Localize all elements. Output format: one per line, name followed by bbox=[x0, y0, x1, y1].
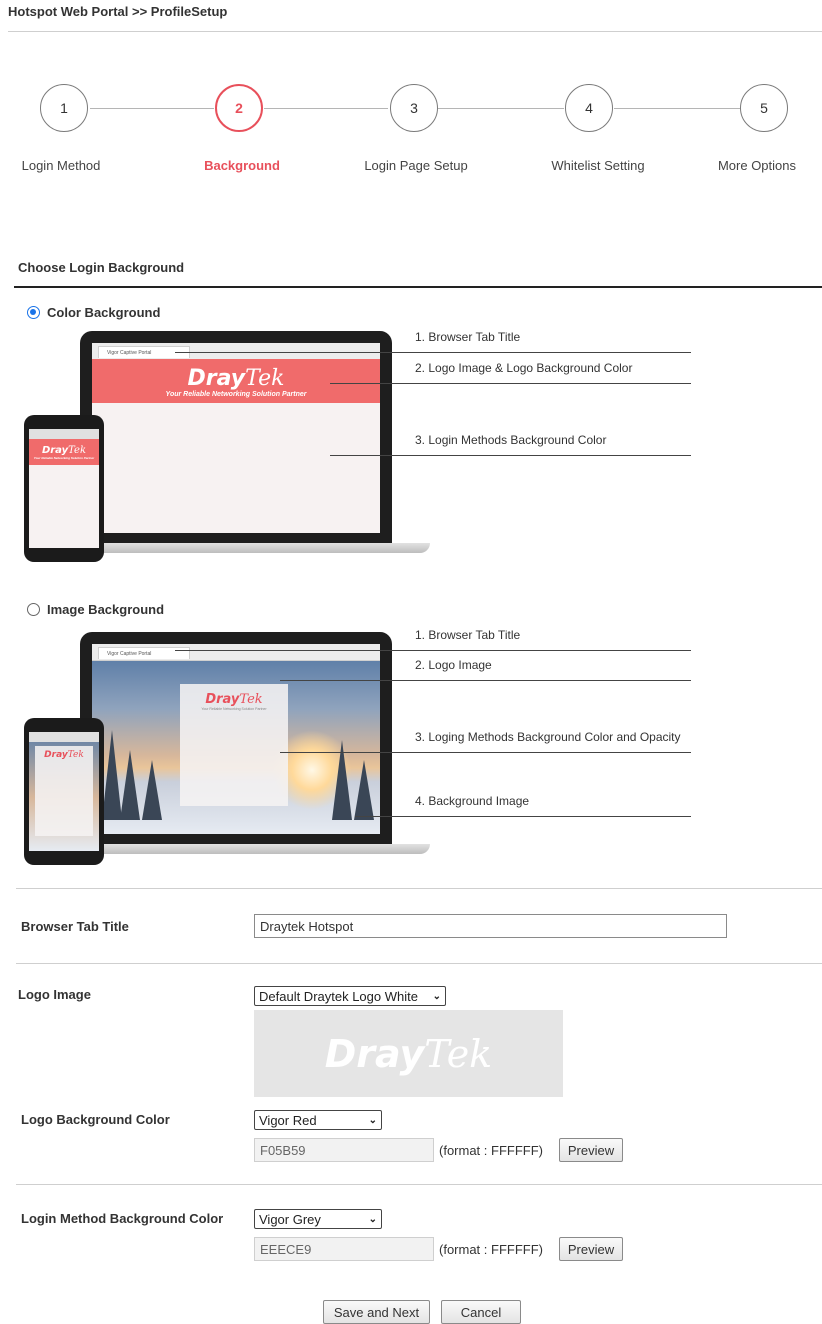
login-bg-color-label: Login Method Background Color bbox=[21, 1211, 224, 1226]
login-box-tagline: Your Reliable Networking Solution Partne… bbox=[201, 707, 267, 711]
step-2-circle[interactable]: 2 bbox=[215, 84, 263, 132]
logo-bg-color-select-value: Vigor Red bbox=[259, 1112, 317, 1128]
save-and-next-button[interactable]: Save and Next bbox=[323, 1300, 430, 1324]
annotation-line bbox=[330, 455, 691, 456]
step-5-label: More Options bbox=[717, 158, 797, 173]
phone-logo-banner: DrayTek Your Reliable Networking Solutio… bbox=[29, 439, 99, 465]
login-bg-color-select-value: Vigor Grey bbox=[259, 1211, 321, 1227]
color-background-option[interactable]: Color Background bbox=[27, 305, 160, 320]
step-connector bbox=[264, 108, 388, 109]
phone-login-box: DrayTek bbox=[35, 746, 93, 836]
laptop-screen: DrayTek Your Reliable Networking Solutio… bbox=[92, 644, 380, 834]
step-connector bbox=[614, 108, 740, 109]
logo-banner: DrayTek Your Reliable Networking Solutio… bbox=[92, 359, 380, 403]
section-divider bbox=[14, 286, 822, 288]
section-title: Choose Login Background bbox=[18, 260, 185, 275]
image-background-label: Image Background bbox=[47, 602, 165, 617]
color-background-radio[interactable] bbox=[27, 306, 40, 319]
breadcrumb: Hotspot Web Portal >> ProfileSetup bbox=[8, 4, 228, 19]
form-divider bbox=[16, 963, 822, 964]
laptop-mockup: Vigor Captive Portal DrayTek Your Reliab… bbox=[80, 331, 392, 543]
login-bg-color-select[interactable]: Vigor Grey ⌄ bbox=[254, 1209, 382, 1229]
cancel-button[interactable]: Cancel bbox=[441, 1300, 521, 1324]
laptop-screen: Vigor Captive Portal DrayTek Your Reliab… bbox=[92, 343, 380, 533]
login-box-logo: DrayTek bbox=[205, 692, 263, 707]
annotation-tab-title: 1. Browser Tab Title bbox=[415, 330, 521, 344]
snow-scene-image: DrayTek Your Reliable Networking Solutio… bbox=[92, 660, 380, 834]
login-bg-color-preview-button[interactable]: Preview bbox=[559, 1237, 623, 1261]
step-3-circle[interactable]: 3 bbox=[390, 84, 438, 132]
login-bg-color-format-hint: (format : FFFFFF) bbox=[439, 1242, 543, 1257]
color-background-label: Color Background bbox=[47, 305, 161, 320]
logo-bg-color-label: Logo Background Color bbox=[21, 1112, 170, 1127]
phone-draytek-logo: DrayTek bbox=[41, 444, 87, 456]
logo-image-preview: Dray Tek bbox=[254, 1010, 563, 1097]
tagline: Your Reliable Networking Solution Partne… bbox=[165, 390, 307, 398]
step-4-label: Whitelist Setting bbox=[551, 158, 645, 173]
browser-tab-title-label: Browser Tab Title bbox=[21, 919, 129, 934]
annotation-line bbox=[175, 352, 691, 353]
step-3-label: Login Page Setup bbox=[364, 158, 468, 173]
phone-mockup: DrayTek Your Reliable Networking Solutio… bbox=[24, 415, 104, 562]
annotation-login-bg: 3. Loging Methods Background Color and O… bbox=[415, 730, 681, 744]
annotation-line bbox=[355, 816, 691, 817]
laptop-mockup: DrayTek Your Reliable Networking Solutio… bbox=[80, 632, 392, 844]
logo-bg-color-select[interactable]: Vigor Red ⌄ bbox=[254, 1110, 382, 1130]
step-connector bbox=[90, 108, 214, 109]
phone-screen: DrayTek bbox=[29, 732, 99, 851]
annotation-line bbox=[330, 383, 691, 384]
image-background-option[interactable]: Image Background bbox=[27, 602, 164, 617]
phone-tagline: Your Reliable Networking Solution Partne… bbox=[33, 455, 95, 460]
laptop-base bbox=[72, 543, 430, 553]
phone-mockup: DrayTek bbox=[24, 718, 104, 865]
logo-image-select[interactable]: Default Draytek Logo White ⌄ bbox=[254, 986, 446, 1006]
login-box-mockup: DrayTek Your Reliable Networking Solutio… bbox=[180, 684, 288, 806]
annotation-line bbox=[280, 680, 691, 681]
logo-image-select-value: Default Draytek Logo White bbox=[259, 988, 418, 1004]
phone-login-logo: DrayTek bbox=[44, 750, 84, 760]
step-4-circle[interactable]: 4 bbox=[565, 84, 613, 132]
phone-screen: DrayTek Your Reliable Networking Solutio… bbox=[29, 429, 99, 548]
chevron-down-icon: ⌄ bbox=[368, 1114, 377, 1126]
annotation-tab-title: 1. Browser Tab Title bbox=[415, 628, 521, 642]
annotation-background-image: 4. Background Image bbox=[415, 794, 530, 808]
step-1-circle[interactable]: 1 bbox=[40, 84, 88, 132]
breadcrumb-divider bbox=[8, 31, 822, 32]
annotation-logo: 2. Logo Image & Logo Background Color bbox=[415, 361, 633, 375]
logo-image-label: Logo Image bbox=[18, 987, 91, 1002]
chevron-down-icon: ⌄ bbox=[432, 990, 441, 1002]
login-bg-color-hex-input[interactable] bbox=[254, 1237, 434, 1261]
annotation-line bbox=[175, 650, 691, 651]
image-background-radio[interactable] bbox=[27, 603, 40, 616]
laptop-base bbox=[72, 844, 430, 854]
form-divider bbox=[16, 1184, 822, 1185]
annotation-line bbox=[280, 752, 691, 753]
annotation-login-bg: 3. Login Methods Background Color bbox=[415, 433, 607, 447]
annotation-logo: 2. Logo Image bbox=[415, 658, 492, 672]
chevron-down-icon: ⌄ bbox=[368, 1213, 377, 1225]
browser-tab-title-input[interactable] bbox=[254, 914, 727, 938]
logo-bg-color-format-hint: (format : FFFFFF) bbox=[439, 1143, 543, 1158]
logo-bg-color-hex-input[interactable] bbox=[254, 1138, 434, 1162]
draytek-logo: DrayTek bbox=[187, 365, 285, 391]
step-5-circle[interactable]: 5 bbox=[740, 84, 788, 132]
browser-tab: Vigor Captive Portal bbox=[98, 647, 190, 659]
browser-bar: Vigor Captive Portal bbox=[92, 644, 380, 661]
form-divider bbox=[16, 888, 822, 889]
logo-bg-color-preview-button[interactable]: Preview bbox=[559, 1138, 623, 1162]
step-connector bbox=[438, 108, 564, 109]
step-1-label: Login Method bbox=[21, 158, 101, 173]
step-2-label: Background bbox=[204, 158, 280, 173]
